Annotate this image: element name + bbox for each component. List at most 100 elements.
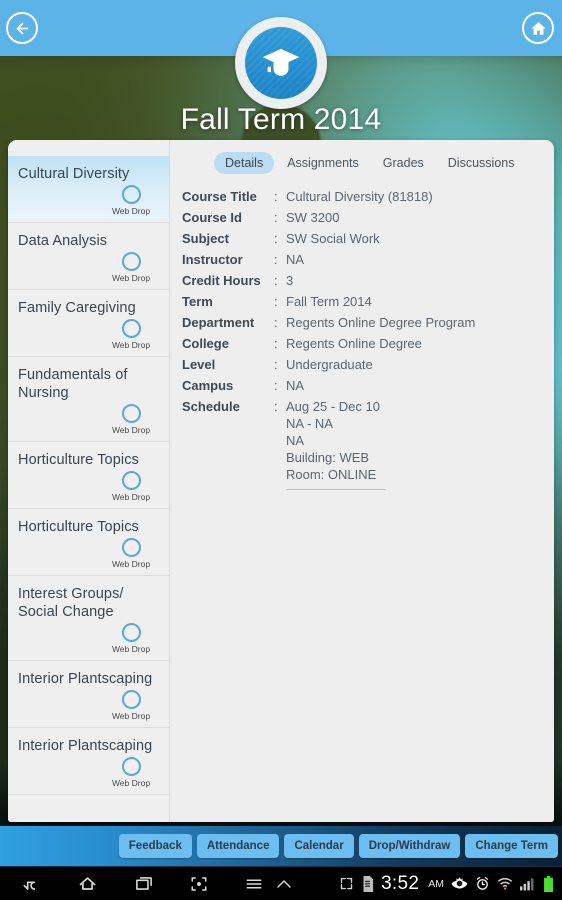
tab-details[interactable]: Details xyxy=(214,152,275,174)
table-row: Subject : SW Social Work xyxy=(182,228,544,249)
list-item[interactable]: Interest Groups/ Social Change Web Drop xyxy=(8,576,169,661)
detail-label: College xyxy=(182,336,229,351)
detail-value: Undergraduate xyxy=(286,357,373,372)
detail-value: 3 xyxy=(286,273,294,288)
home-circle-icon[interactable] xyxy=(522,12,554,44)
battery-icon xyxy=(543,875,554,892)
course-status: Web Drop xyxy=(103,471,159,502)
calendar-button[interactable]: Calendar xyxy=(284,834,354,858)
schedule-label: Schedule xyxy=(182,399,240,414)
status-circle-icon xyxy=(121,623,141,642)
list-item[interactable]: Interior Plantscaping Web Drop xyxy=(8,728,169,795)
wifi-icon xyxy=(497,877,513,891)
detail-colon: : xyxy=(274,273,278,288)
detail-colon: : xyxy=(274,315,278,330)
course-status: Web Drop xyxy=(103,623,159,654)
table-row: Instructor : NA xyxy=(182,249,544,270)
list-item[interactable]: Horticulture Topics Web Drop xyxy=(8,442,169,509)
schedule-line: NA xyxy=(286,433,305,448)
eye-icon xyxy=(451,877,468,890)
list-item[interactable]: Cultural Diversity Web Drop xyxy=(8,156,169,223)
status-circle-icon xyxy=(121,404,141,423)
schedule-line: Building: WEB xyxy=(286,450,370,465)
status-circle-icon xyxy=(121,538,141,557)
table-row-schedule: Schedule : Aug 25 - Dec 10 NA - NA NA Bu… xyxy=(182,396,544,492)
course-name: Cultural Diversity xyxy=(18,166,130,182)
status-icons: 3:52 AM xyxy=(339,873,562,895)
detail-label: Campus xyxy=(182,378,234,393)
detail-value: NA xyxy=(286,252,305,267)
course-details-pane: Details Assignments Grades Discussions C… xyxy=(170,140,554,822)
graduation-cap-icon xyxy=(245,27,317,99)
table-row: Course Id : SW 3200 xyxy=(182,207,544,228)
android-navigation-bar: 3:52 AM xyxy=(0,866,562,900)
schedule-value: Aug 25 - Dec 10 NA - NA NA Building: WEB… xyxy=(286,396,544,492)
course-list[interactable]: Cultural Diversity Web Drop Data Analysi… xyxy=(8,140,170,822)
chevron-up-icon[interactable] xyxy=(273,875,295,893)
tab-grades[interactable]: Grades xyxy=(372,152,435,174)
sd-card-icon xyxy=(361,875,374,892)
detail-colon: : xyxy=(274,189,278,204)
status-label: Web Drop xyxy=(111,273,151,283)
detail-label: Course Title xyxy=(182,189,257,204)
tab-discussions[interactable]: Discussions xyxy=(437,152,526,174)
table-row: Level : Undergraduate xyxy=(182,354,544,375)
home-icon[interactable] xyxy=(76,874,99,894)
detail-colon: : xyxy=(274,357,278,372)
table-row: Credit Hours : 3 xyxy=(182,270,544,291)
course-status: Web Drop xyxy=(103,757,159,788)
status-clock: 3:52 xyxy=(381,872,420,894)
back-icon[interactable] xyxy=(20,874,42,894)
schedule-line: NA - NA xyxy=(286,416,333,431)
detail-value: Fall Term 2014 xyxy=(286,294,372,309)
screenshot-icon[interactable] xyxy=(189,875,209,893)
detail-colon: : xyxy=(274,231,278,246)
detail-value: Regents Online Degree Program xyxy=(286,315,476,330)
detail-label: Term xyxy=(182,294,213,309)
back-arrow-circle-icon[interactable] xyxy=(6,12,38,44)
detail-colon: : xyxy=(274,399,278,414)
course-detail-table: Course Title : Cultural Diversity (81818… xyxy=(182,186,544,492)
fullscreen-icon[interactable] xyxy=(339,876,354,891)
course-name: Family Caregiving xyxy=(18,300,136,316)
cell-signal-icon xyxy=(520,877,536,891)
status-label: Web Drop xyxy=(111,206,151,216)
detail-value: SW Social Work xyxy=(286,231,380,246)
list-item[interactable]: Horticulture Topics Web Drop xyxy=(8,509,169,576)
course-status: Web Drop xyxy=(103,319,159,350)
schedule-divider xyxy=(286,489,386,490)
detail-colon: : xyxy=(274,210,278,225)
detail-value: Regents Online Degree xyxy=(286,336,422,351)
status-circle-icon xyxy=(121,690,141,709)
content-card: Cultural Diversity Web Drop Data Analysi… xyxy=(8,140,554,822)
course-name: Data Analysis xyxy=(18,233,108,249)
status-label: Web Drop xyxy=(111,711,151,721)
list-item[interactable]: Data Analysis Web Drop xyxy=(8,223,169,290)
list-item[interactable]: Fundamentals of Nursing Web Drop xyxy=(8,357,169,442)
detail-label: Credit Hours xyxy=(182,273,261,288)
feedback-button[interactable]: Feedback xyxy=(118,834,192,858)
list-item[interactable]: Family Caregiving Web Drop xyxy=(8,290,169,357)
change-term-button[interactable]: Change Term xyxy=(465,834,558,858)
detail-colon: : xyxy=(274,252,278,267)
tab-assignments[interactable]: Assignments xyxy=(276,152,370,174)
course-name: Interior Plantscaping xyxy=(18,738,153,754)
list-item[interactable]: Interior Plantscaping Web Drop xyxy=(8,661,169,728)
course-name: Interior Plantscaping xyxy=(18,671,153,687)
course-name: Fundamentals of Nursing xyxy=(18,367,128,401)
menu-icon[interactable] xyxy=(243,875,265,893)
detail-label: Subject xyxy=(182,231,229,246)
nav-buttons xyxy=(0,874,295,894)
course-status: Web Drop xyxy=(103,185,159,216)
detail-value: Cultural Diversity (81818) xyxy=(286,189,433,204)
status-label: Web Drop xyxy=(111,559,151,569)
drop-withdraw-button[interactable]: Drop/Withdraw xyxy=(358,834,461,858)
course-name: Interest Groups/ Social Change xyxy=(18,586,124,620)
recent-apps-icon[interactable] xyxy=(133,874,155,893)
attendance-button[interactable]: Attendance xyxy=(196,834,280,858)
app-logo xyxy=(235,17,327,109)
table-row: College : Regents Online Degree xyxy=(182,333,544,354)
course-status: Web Drop xyxy=(103,538,159,569)
status-circle-icon xyxy=(121,757,141,776)
course-status: Web Drop xyxy=(103,252,159,283)
